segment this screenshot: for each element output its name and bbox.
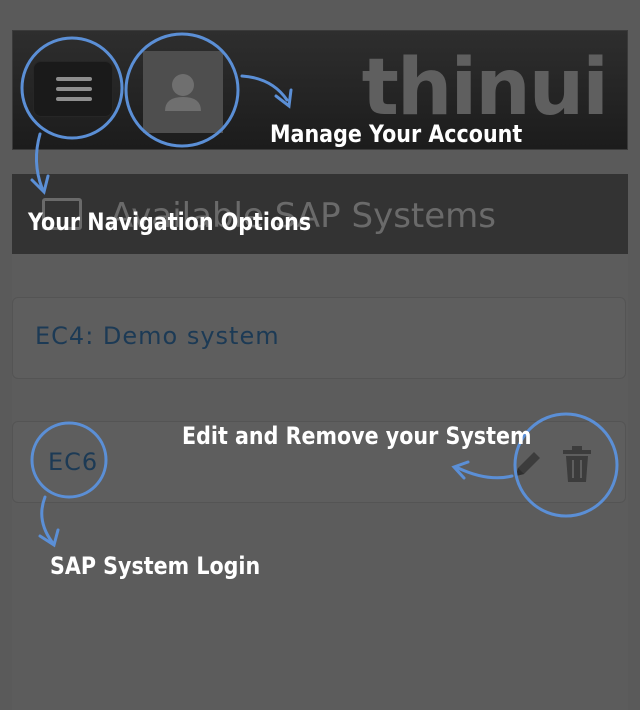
annotation-edit-remove: Edit and Remove your System bbox=[182, 422, 532, 450]
system-card-ec4[interactable]: EC4: Demo system bbox=[12, 297, 626, 379]
hamburger-icon-bar bbox=[56, 87, 92, 91]
system-label: EC4: Demo system bbox=[35, 322, 280, 350]
system-label: EC6 bbox=[48, 448, 99, 476]
trash-icon[interactable] bbox=[559, 444, 595, 484]
account-avatar-button[interactable] bbox=[143, 51, 223, 133]
user-icon bbox=[165, 74, 201, 111]
menu-button[interactable] bbox=[33, 61, 113, 117]
annotation-navigation: Your Navigation Options bbox=[28, 208, 312, 236]
annotation-manage-account: Manage Your Account bbox=[270, 120, 523, 148]
system-actions bbox=[508, 444, 595, 484]
annotation-login: SAP System Login bbox=[50, 552, 261, 580]
pencil-icon[interactable] bbox=[508, 444, 548, 484]
hamburger-icon bbox=[56, 77, 92, 81]
app-frame: thinui Available SAP Systems EC4: Demo s… bbox=[0, 0, 640, 710]
hamburger-icon-bar bbox=[56, 97, 92, 101]
